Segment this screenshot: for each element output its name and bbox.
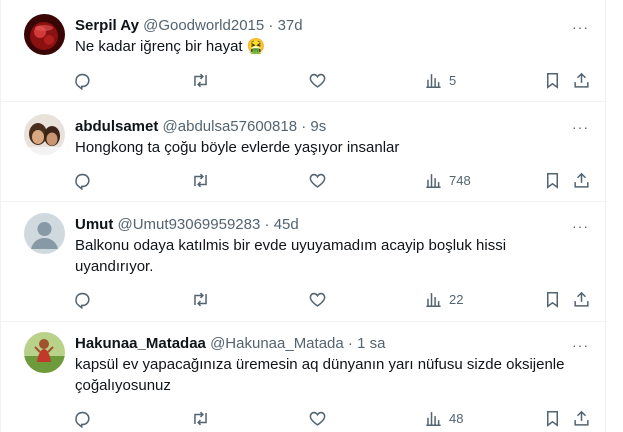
reply-icon bbox=[75, 292, 90, 309]
bookmark-button[interactable] bbox=[543, 406, 562, 430]
views-count: 5 bbox=[449, 72, 457, 88]
avatar[interactable] bbox=[24, 213, 65, 254]
tweet-text: Hongkong ta çoğu böyle evlerde yaşıyor i… bbox=[75, 137, 575, 158]
tweet-item[interactable]: Umut @Umut93069959283 · 45d ··· Balkonu … bbox=[1, 202, 607, 322]
more-options-icon[interactable]: ··· bbox=[572, 338, 589, 352]
bookmark-icon bbox=[546, 172, 559, 189]
bookmark-icon bbox=[546, 291, 559, 308]
reply-icon bbox=[75, 173, 90, 190]
separator-dot: · bbox=[301, 118, 307, 135]
heart-icon bbox=[309, 173, 326, 188]
separator-dot: · bbox=[264, 216, 270, 233]
tweet-header: Hakunaa_Matadaa @Hakunaa_Matada · 1 sa bbox=[75, 335, 385, 353]
user-handle[interactable]: @Hakunaa_Matada bbox=[210, 335, 344, 352]
tweet-item[interactable]: Serpil Ay @Goodworld2015 · 37d ··· Ne ka… bbox=[1, 0, 607, 102]
timestamp[interactable]: 9s bbox=[310, 118, 326, 135]
analytics-icon bbox=[426, 292, 441, 307]
retweet-button[interactable] bbox=[191, 168, 210, 192]
tweet-text: Balkonu odaya katılmis bir evde uyuyamad… bbox=[75, 235, 535, 277]
views-count: 48 bbox=[449, 410, 464, 426]
bookmark-icon bbox=[546, 410, 559, 427]
views-button[interactable]: 22 bbox=[424, 287, 463, 311]
analytics-icon bbox=[426, 73, 441, 88]
views-button[interactable]: 48 bbox=[424, 406, 463, 430]
display-name[interactable]: Serpil Ay bbox=[75, 17, 139, 34]
share-button[interactable] bbox=[572, 287, 591, 311]
share-icon bbox=[574, 172, 589, 188]
display-name[interactable]: Hakunaa_Matadaa bbox=[75, 335, 206, 352]
more-options-icon[interactable]: ··· bbox=[572, 20, 589, 34]
tweet-header: abdulsamet @abdulsa57600818 · 9s bbox=[75, 118, 326, 136]
reply-button[interactable] bbox=[73, 406, 92, 430]
avatar[interactable] bbox=[24, 332, 65, 373]
bookmark-button[interactable] bbox=[543, 287, 562, 311]
timestamp[interactable]: 45d bbox=[274, 216, 299, 233]
bookmark-button[interactable] bbox=[543, 168, 562, 192]
display-name[interactable]: Umut bbox=[75, 216, 113, 233]
tweet-feed: Serpil Ay @Goodworld2015 · 37d ··· Ne ka… bbox=[0, 0, 607, 432]
retweet-icon bbox=[194, 292, 207, 306]
tweet-header: Serpil Ay @Goodworld2015 · 37d bbox=[75, 17, 303, 35]
reply-icon bbox=[75, 411, 90, 428]
bookmark-button[interactable] bbox=[543, 68, 562, 92]
analytics-icon bbox=[426, 411, 441, 426]
tweet-actions: 748 bbox=[67, 168, 607, 192]
heart-icon bbox=[309, 292, 326, 307]
avatar[interactable] bbox=[24, 114, 65, 155]
like-button[interactable] bbox=[308, 68, 327, 92]
views-count: 22 bbox=[449, 291, 464, 307]
timestamp[interactable]: 1 sa bbox=[357, 335, 385, 352]
views-count: 748 bbox=[449, 172, 471, 188]
tweet-text: Ne kadar iğrenç bir hayat 🤮 bbox=[75, 36, 575, 57]
more-options-icon[interactable]: ··· bbox=[572, 120, 589, 134]
retweet-button[interactable] bbox=[191, 287, 210, 311]
tweet-header: Umut @Umut93069959283 · 45d bbox=[75, 216, 299, 234]
share-icon bbox=[574, 291, 589, 307]
like-button[interactable] bbox=[308, 406, 327, 430]
user-handle[interactable]: @abdulsa57600818 bbox=[163, 118, 298, 135]
more-options-icon[interactable]: ··· bbox=[572, 219, 589, 233]
share-icon bbox=[574, 72, 589, 88]
share-button[interactable] bbox=[572, 406, 591, 430]
tweet-actions: 48 bbox=[67, 406, 607, 430]
analytics-icon bbox=[426, 173, 441, 188]
like-button[interactable] bbox=[308, 168, 327, 192]
share-button[interactable] bbox=[572, 168, 591, 192]
tweet-text-content: Hongkong ta çoğu böyle evlerde yaşıyor i… bbox=[75, 139, 400, 156]
tweet-text-content: Ne kadar iğrenç bir hayat bbox=[75, 38, 243, 55]
tweet-actions: 5 bbox=[67, 68, 607, 92]
reply-button[interactable] bbox=[73, 168, 92, 192]
views-button[interactable]: 748 bbox=[424, 168, 471, 192]
tweet-actions: 22 bbox=[67, 287, 607, 311]
avatar[interactable] bbox=[24, 14, 65, 55]
separator-dot: · bbox=[268, 17, 274, 34]
retweet-button[interactable] bbox=[191, 68, 210, 92]
heart-icon bbox=[309, 73, 326, 88]
tweet-item[interactable]: abdulsamet @abdulsa57600818 · 9s ··· Hon… bbox=[1, 102, 607, 202]
heart-icon bbox=[309, 411, 326, 426]
views-button[interactable]: 5 bbox=[424, 68, 456, 92]
tweet-item[interactable]: Hakunaa_Matadaa @Hakunaa_Matada · 1 sa ·… bbox=[1, 322, 607, 432]
timestamp[interactable]: 37d bbox=[278, 17, 303, 34]
tweet-text: kapsül ev yapacağınıza üremesin aq dünya… bbox=[75, 354, 595, 396]
display-name[interactable]: abdulsamet bbox=[75, 118, 158, 135]
like-button[interactable] bbox=[308, 287, 327, 311]
reply-button[interactable] bbox=[73, 287, 92, 311]
bookmark-icon bbox=[546, 72, 559, 89]
reply-button[interactable] bbox=[73, 68, 92, 92]
share-button[interactable] bbox=[572, 68, 591, 92]
share-icon bbox=[574, 410, 589, 426]
tweet-text-content: kapsül ev yapacağınıza üremesin aq dünya… bbox=[75, 356, 565, 394]
nauseated-emoji-icon: 🤮 bbox=[246, 38, 266, 55]
separator-dot: · bbox=[347, 335, 353, 352]
tweet-text-content: Balkonu odaya katılmis bir evde uyuyamad… bbox=[75, 237, 507, 275]
retweet-icon bbox=[194, 73, 207, 87]
user-handle[interactable]: @Goodworld2015 bbox=[143, 17, 264, 34]
reply-icon bbox=[75, 73, 90, 90]
user-handle[interactable]: @Umut93069959283 bbox=[118, 216, 261, 233]
retweet-icon bbox=[194, 411, 207, 425]
retweet-button[interactable] bbox=[191, 406, 210, 430]
retweet-icon bbox=[194, 173, 207, 187]
